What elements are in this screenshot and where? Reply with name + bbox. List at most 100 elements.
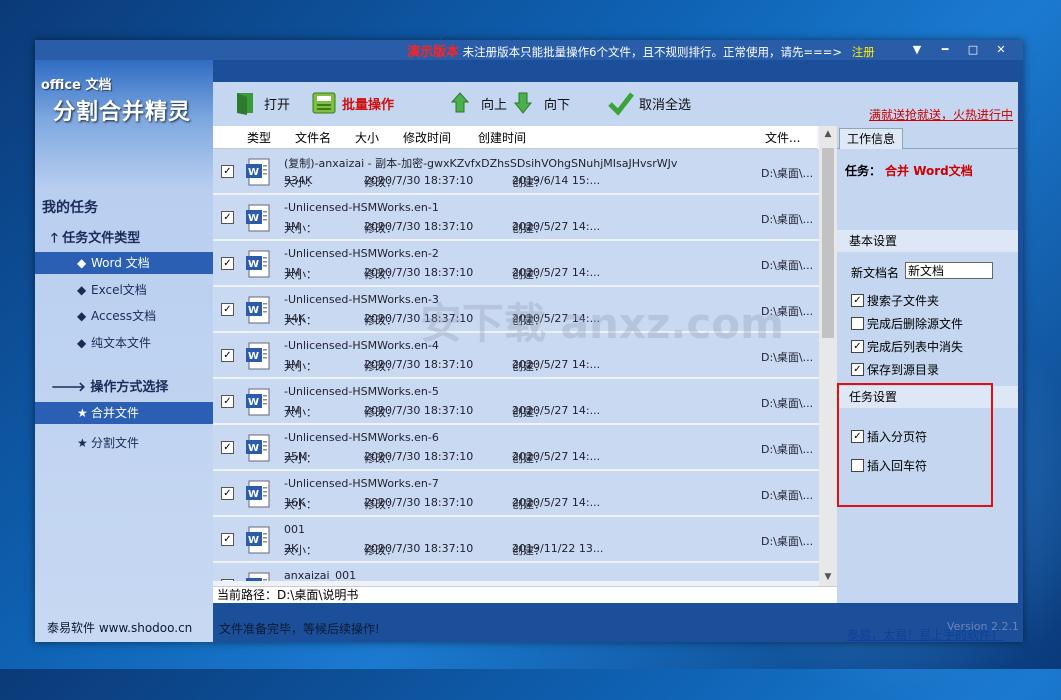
promo-link[interactable]: 满就送抢就送，火热进行中 bbox=[869, 106, 1013, 123]
logo-line2: 分割合并精灵 bbox=[53, 100, 192, 125]
current-path-bar: 当前路径：D:\桌面\说明书 bbox=[213, 586, 837, 603]
star-icon: ★ bbox=[77, 436, 88, 450]
option-label: 完成后删除源文件 bbox=[867, 317, 964, 331]
highlight-frame bbox=[837, 383, 993, 507]
row-file-name: -Unlicensed-HSMWorks.en-5 bbox=[284, 385, 439, 398]
nav-excel-label: Excel文档 bbox=[91, 283, 147, 297]
row-path: D:\桌面\... bbox=[761, 213, 814, 226]
checkbox[interactable]: ✓ bbox=[851, 294, 864, 307]
row-checkbox[interactable]: ✓ bbox=[221, 303, 234, 316]
word-file-icon: W bbox=[246, 158, 270, 186]
star-icon: ★ bbox=[77, 406, 88, 420]
nav-split-label: 分割文件 bbox=[91, 436, 140, 450]
arrow-right-icon: 🡒 bbox=[51, 380, 86, 395]
row-path: D:\桌面\... bbox=[761, 167, 814, 180]
checkbox[interactable] bbox=[851, 317, 864, 330]
col-name[interactable]: 文件名 bbox=[295, 129, 331, 146]
task-label: 任务： bbox=[845, 164, 882, 178]
unregistered-message: 未注册版本只能批量操作6个文件，且不规则排行。正常使用，请先===> bbox=[462, 45, 843, 59]
title-bar: 演示版本 未注册版本只能批量操作6个文件，且不规则排行。正常使用，请先===> … bbox=[35, 40, 1023, 60]
checkmark-icon bbox=[608, 92, 634, 116]
row-checkbox[interactable]: ✓ bbox=[221, 349, 234, 362]
row-file-name: -Unlicensed-HSMWorks.en-6 bbox=[284, 431, 439, 444]
nav-text[interactable]: ◆ 纯文本文件 bbox=[35, 332, 213, 354]
minimize-icon[interactable]: ━ bbox=[931, 40, 959, 60]
row-checkbox[interactable]: ✓ bbox=[221, 487, 234, 500]
nav-merge[interactable]: ★ 合并文件 bbox=[35, 402, 213, 424]
close-icon[interactable]: ✕ bbox=[987, 40, 1015, 60]
file-row[interactable]: ✓ W -Unlicensed-HSMWorks.en-6 大小： 25M 修改： 2020… bbox=[213, 425, 819, 471]
diamond-icon: ◆ bbox=[77, 283, 87, 297]
row-file-name: -Unlicensed-HSMWorks.en-4 bbox=[284, 339, 439, 352]
logo-line1: office 文档 bbox=[41, 78, 112, 93]
move-down-button[interactable]: 向下 bbox=[513, 88, 570, 118]
new-name-input[interactable]: 新文档 bbox=[905, 262, 993, 279]
nav-excel[interactable]: ◆ Excel文档 bbox=[35, 279, 213, 301]
diamond-icon: ◆ bbox=[77, 256, 87, 270]
maximize-icon[interactable]: □ bbox=[959, 40, 987, 60]
svg-text:W: W bbox=[248, 443, 259, 454]
row-checkbox[interactable]: ✓ bbox=[221, 165, 234, 178]
checkbox[interactable]: ✓ bbox=[851, 340, 864, 353]
nav-access[interactable]: ◆ Access文档 bbox=[35, 305, 213, 327]
col-size[interactable]: 大小 bbox=[355, 129, 379, 146]
batch-button[interactable]: 批量操作 bbox=[311, 88, 394, 118]
row-checkbox[interactable]: ✓ bbox=[221, 257, 234, 270]
row-checkbox[interactable]: ✓ bbox=[221, 441, 234, 454]
word-file-icon: W bbox=[246, 434, 270, 462]
nav-text-label: 纯文本文件 bbox=[91, 336, 152, 350]
option-label: 搜索子文件夹 bbox=[867, 294, 940, 308]
basic-option-checkbox[interactable]: ✓ 完成后列表中消失 bbox=[851, 338, 963, 355]
register-link[interactable]: 注册 bbox=[852, 45, 875, 59]
word-file-icon: W bbox=[246, 204, 270, 232]
menu-dropdown-icon[interactable]: ▼ bbox=[903, 40, 931, 60]
svg-text:W: W bbox=[248, 213, 259, 224]
col-created[interactable]: 创建时间 bbox=[478, 129, 526, 146]
col-path[interactable]: 文件... bbox=[765, 129, 800, 146]
row-path: D:\桌面\... bbox=[761, 535, 814, 548]
file-row[interactable]: ✓ W -Unlicensed-HSMWorks.en-5 大小： 7M 修改： 2020/… bbox=[213, 379, 819, 425]
file-type-heading[interactable]: 🡑 任务文件类型 bbox=[51, 227, 140, 251]
basic-option-checkbox[interactable]: 完成后删除源文件 bbox=[851, 315, 963, 332]
scroll-up-icon[interactable]: ▲ bbox=[819, 129, 837, 139]
file-row[interactable]: ✓ W 001 大小： 2K 修改： 2020/7/30 18:37:10 创建： 2019/1… bbox=[213, 517, 819, 563]
deselect-all-button[interactable]: 取消全选 bbox=[608, 88, 691, 118]
checkbox[interactable] bbox=[851, 459, 864, 472]
company-footer: 泰易软件 www.shodoo.cn bbox=[47, 621, 193, 635]
svg-text:W: W bbox=[248, 489, 259, 500]
tab-work-info[interactable]: 工作信息 bbox=[839, 128, 903, 149]
row-checkbox[interactable]: ✓ bbox=[221, 579, 234, 581]
move-down-label: 向下 bbox=[544, 97, 571, 113]
row-checkbox[interactable]: ✓ bbox=[221, 533, 234, 546]
checkbox[interactable]: ✓ bbox=[851, 363, 864, 376]
file-row[interactable]: ✓Wanxaizai_001大小：修改：创建：D:\桌面\... bbox=[213, 563, 819, 581]
file-row[interactable]: ✓ W -Unlicensed-HSMWorks.en-2 大小： 1M 修改： 2020/… bbox=[213, 241, 819, 287]
basic-option-checkbox[interactable]: ✓ 搜索子文件夹 bbox=[851, 292, 939, 309]
scroll-thumb[interactable] bbox=[822, 148, 834, 338]
checkbox[interactable]: ✓ bbox=[851, 430, 864, 443]
open-button[interactable]: 打开 bbox=[233, 88, 290, 118]
row-checkbox[interactable]: ✓ bbox=[221, 395, 234, 408]
row-file-name: -Unlicensed-HSMWorks.en-2 bbox=[284, 247, 439, 260]
arrow-down-green-icon bbox=[513, 92, 533, 114]
task-option-checkbox[interactable]: 插入回车符 bbox=[851, 457, 927, 474]
file-row[interactable]: ✓ W (复制)-anxaizai - 副本-加密-gwxKZvfxDZhsSDsi… bbox=[213, 149, 819, 195]
task-option-checkbox[interactable]: ✓ 插入分页符 bbox=[851, 428, 927, 445]
nav-split[interactable]: ★ 分割文件 bbox=[35, 432, 213, 454]
col-modified[interactable]: 修改时间 bbox=[403, 129, 451, 146]
new-name-label: 新文档名 bbox=[851, 266, 900, 280]
row-path: D:\桌面\... bbox=[761, 351, 814, 364]
basic-option-checkbox[interactable]: ✓ 保存到源目录 bbox=[851, 361, 939, 378]
col-type[interactable]: 类型 bbox=[247, 129, 271, 146]
file-row[interactable]: ✓ W -Unlicensed-HSMWorks.en-7 大小： 16K 修改： 2020… bbox=[213, 471, 819, 517]
file-row[interactable]: ✓ W -Unlicensed-HSMWorks.en-1 大小： 1M 修改： 2020/… bbox=[213, 195, 819, 241]
my-tasks-title: 我的任务 bbox=[42, 200, 98, 216]
nav-word[interactable]: ◆ Word 文档 bbox=[35, 252, 213, 274]
scroll-down-icon[interactable]: ▼ bbox=[819, 572, 837, 582]
move-up-button[interactable]: 向上 bbox=[450, 88, 507, 118]
svg-text:W: W bbox=[248, 351, 259, 362]
vertical-scrollbar[interactable]: ▲ ▼ bbox=[819, 126, 837, 586]
row-checkbox[interactable]: ✓ bbox=[221, 211, 234, 224]
diamond-icon: ◆ bbox=[77, 309, 87, 323]
operation-heading[interactable]: 🡒 操作方式选择 bbox=[51, 376, 168, 395]
